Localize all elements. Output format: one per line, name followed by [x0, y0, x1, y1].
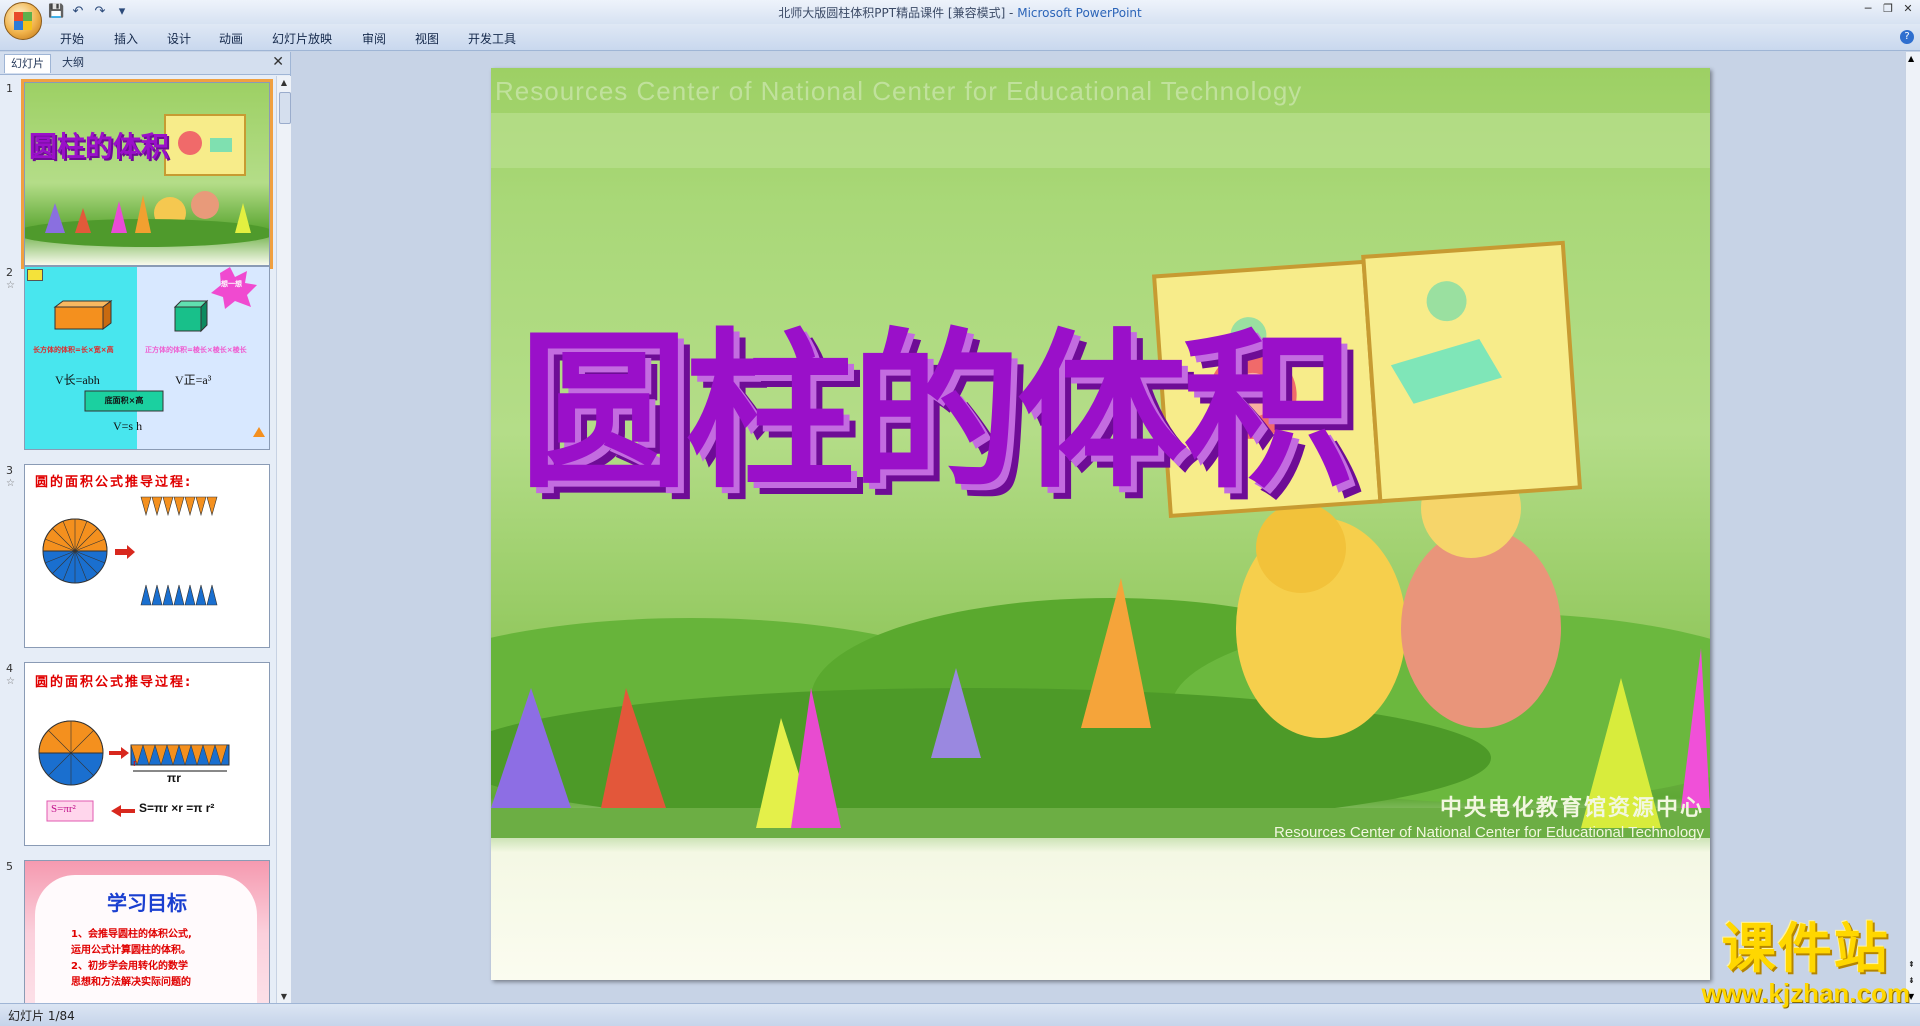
pane-tabs: 幻灯片 大纲 ✕: [0, 52, 290, 75]
slide-title[interactable]: 圆柱的体积: [519, 323, 1353, 503]
thumb2-box-label: 底面积×高: [104, 396, 144, 405]
thumb5-line1: 1、会推导圆柱的体积公式,: [71, 929, 192, 940]
thumb4-formula-left: S=πr²: [51, 803, 76, 815]
slide-thumbnail-2[interactable]: 长方体的体积=长×宽×高 正方体的体积=棱长×棱长×棱长 V长=abh V正=a…: [24, 266, 270, 450]
tab-animations[interactable]: 动画: [219, 30, 243, 47]
thumb2-formula: V=s h: [113, 419, 143, 433]
thumb5-line4: 思想和方法解决实际问题的: [71, 977, 191, 988]
window-controls: ─ ❐ ✕: [1860, 2, 1916, 15]
close-icon[interactable]: ✕: [1900, 2, 1916, 15]
thumb4-pir: πr: [167, 771, 181, 785]
thumb2-art: [53, 267, 265, 437]
slide-logo-en: Resources Center of National Center for …: [1274, 824, 1704, 841]
status-bar: 幻灯片 1/84: [0, 1003, 1920, 1026]
document-name: 北师大版圆柱体积PPT精品课件 [兼容模式] -: [778, 6, 1018, 20]
slide-editor: Resources Center of National Center for …: [291, 52, 1920, 1003]
title-bar: 💾 ↶ ↷ ▾ 北师大版圆柱体积PPT精品课件 [兼容模式] - Microso…: [0, 0, 1920, 40]
office-button[interactable]: [4, 2, 42, 40]
ribbon-tabs: 开始 插入 设计 动画 幻灯片放映 审阅 视图 开发工具 ?: [0, 24, 1920, 51]
main-scrollbar[interactable]: ▲ ⇞ ⇟ ▼: [1905, 52, 1920, 1003]
thumb4-formula-right: S=πr ×r =π r²: [139, 801, 215, 815]
animation-star-icon: ☆: [6, 478, 15, 489]
animation-star-icon: ☆: [6, 280, 15, 291]
tab-outline[interactable]: 大纲: [56, 54, 90, 72]
thumb5-line3: 2、初步学会用转化的数学: [71, 961, 188, 972]
thumb3-art: [42, 496, 218, 606]
slides-pane: 幻灯片 大纲 ✕ 1 圆柱的体积 2 ☆ 长方体的体积=长×宽×高 正方体的体积…: [0, 52, 291, 1003]
tab-slideshow[interactable]: 幻灯片放映: [272, 30, 332, 47]
help-icon[interactable]: ?: [1900, 30, 1914, 44]
slide-logo-cn: 中央电化教育馆资源中心: [1439, 796, 1704, 821]
site-watermark-logo: 课件站 www.kjzhan.com: [1701, 920, 1910, 1009]
slide-thumbnail-5[interactable]: 学习目标 1、会推导圆柱的体积公式, 运用公式计算圆柱的体积。 2、初步学会用转…: [24, 860, 270, 1003]
office-logo-icon: [14, 12, 32, 30]
animation-star-icon: ☆: [6, 676, 15, 687]
slide-number: 3: [6, 464, 13, 477]
close-icon[interactable]: ✕: [272, 54, 284, 70]
slide-thumbnail-3[interactable]: 圆的面积公式推导过程:: [24, 464, 270, 648]
scroll-thumb[interactable]: [279, 92, 291, 124]
slide-number: 4: [6, 662, 13, 675]
scroll-down-icon[interactable]: ▼: [279, 992, 289, 1001]
thumb2-formula-cube: V正=a³: [175, 373, 212, 387]
scroll-up-icon[interactable]: ▲: [1908, 54, 1914, 63]
thumbnail-scrollbar[interactable]: ▲ ▼: [276, 76, 291, 1003]
tab-design[interactable]: 设计: [167, 30, 191, 47]
minimize-icon[interactable]: ─: [1860, 2, 1876, 15]
slide-number: 1: [6, 82, 13, 95]
thumb4-art: [38, 720, 230, 822]
slide-thumbnail-4[interactable]: 圆的面积公式推导过程: πr r S=πr² S=πr ×r =π r²: [24, 662, 270, 846]
thumb1-art: [25, 114, 269, 247]
thumb-title: 圆柱的体积: [29, 130, 170, 163]
thumbnail-list: 1 圆柱的体积 2 ☆ 长方体的体积=长×宽×高 正方体的体积=棱长×棱长×棱长…: [0, 76, 276, 1003]
thumb4-r: r: [133, 759, 137, 769]
tab-home[interactable]: 开始: [60, 30, 84, 47]
current-slide[interactable]: Resources Center of National Center for …: [491, 68, 1710, 980]
scroll-up-icon[interactable]: ▲: [279, 78, 289, 87]
window-title: 北师大版圆柱体积PPT精品课件 [兼容模式] - Microsoft Power…: [0, 4, 1920, 21]
tab-slides[interactable]: 幻灯片: [4, 54, 51, 73]
thumb2-label-cuboid: 长方体的体积=长×宽×高: [33, 346, 114, 354]
slide-number: 2: [6, 266, 13, 279]
restore-icon[interactable]: ❐: [1880, 2, 1896, 15]
thumb2-label-cube: 正方体的体积=棱长×棱长×棱长: [145, 346, 247, 354]
app-name: Microsoft PowerPoint: [1017, 6, 1142, 20]
thumb5-heading: 学习目标: [107, 891, 187, 915]
slide-illustration: [491, 113, 1710, 838]
slide-thumbnail-1[interactable]: 圆柱的体积: [24, 82, 270, 266]
site-logo-url: www.kjzhan.com: [1701, 978, 1910, 1008]
tab-review[interactable]: 审阅: [362, 30, 386, 47]
tab-insert[interactable]: 插入: [114, 30, 138, 47]
tab-view[interactable]: 视图: [415, 30, 439, 47]
slide-counter: 幻灯片 1/84: [8, 1009, 75, 1023]
site-logo-text: 课件站: [1721, 917, 1890, 980]
thumb2-badge: 想一想: [221, 280, 242, 288]
thumb2-formula-cuboid: V长=abh: [55, 373, 100, 387]
thumb5-line2: 运用公式计算圆柱的体积。: [71, 945, 191, 956]
tab-developer[interactable]: 开发工具: [468, 30, 516, 47]
slide-number: 5: [6, 860, 13, 873]
